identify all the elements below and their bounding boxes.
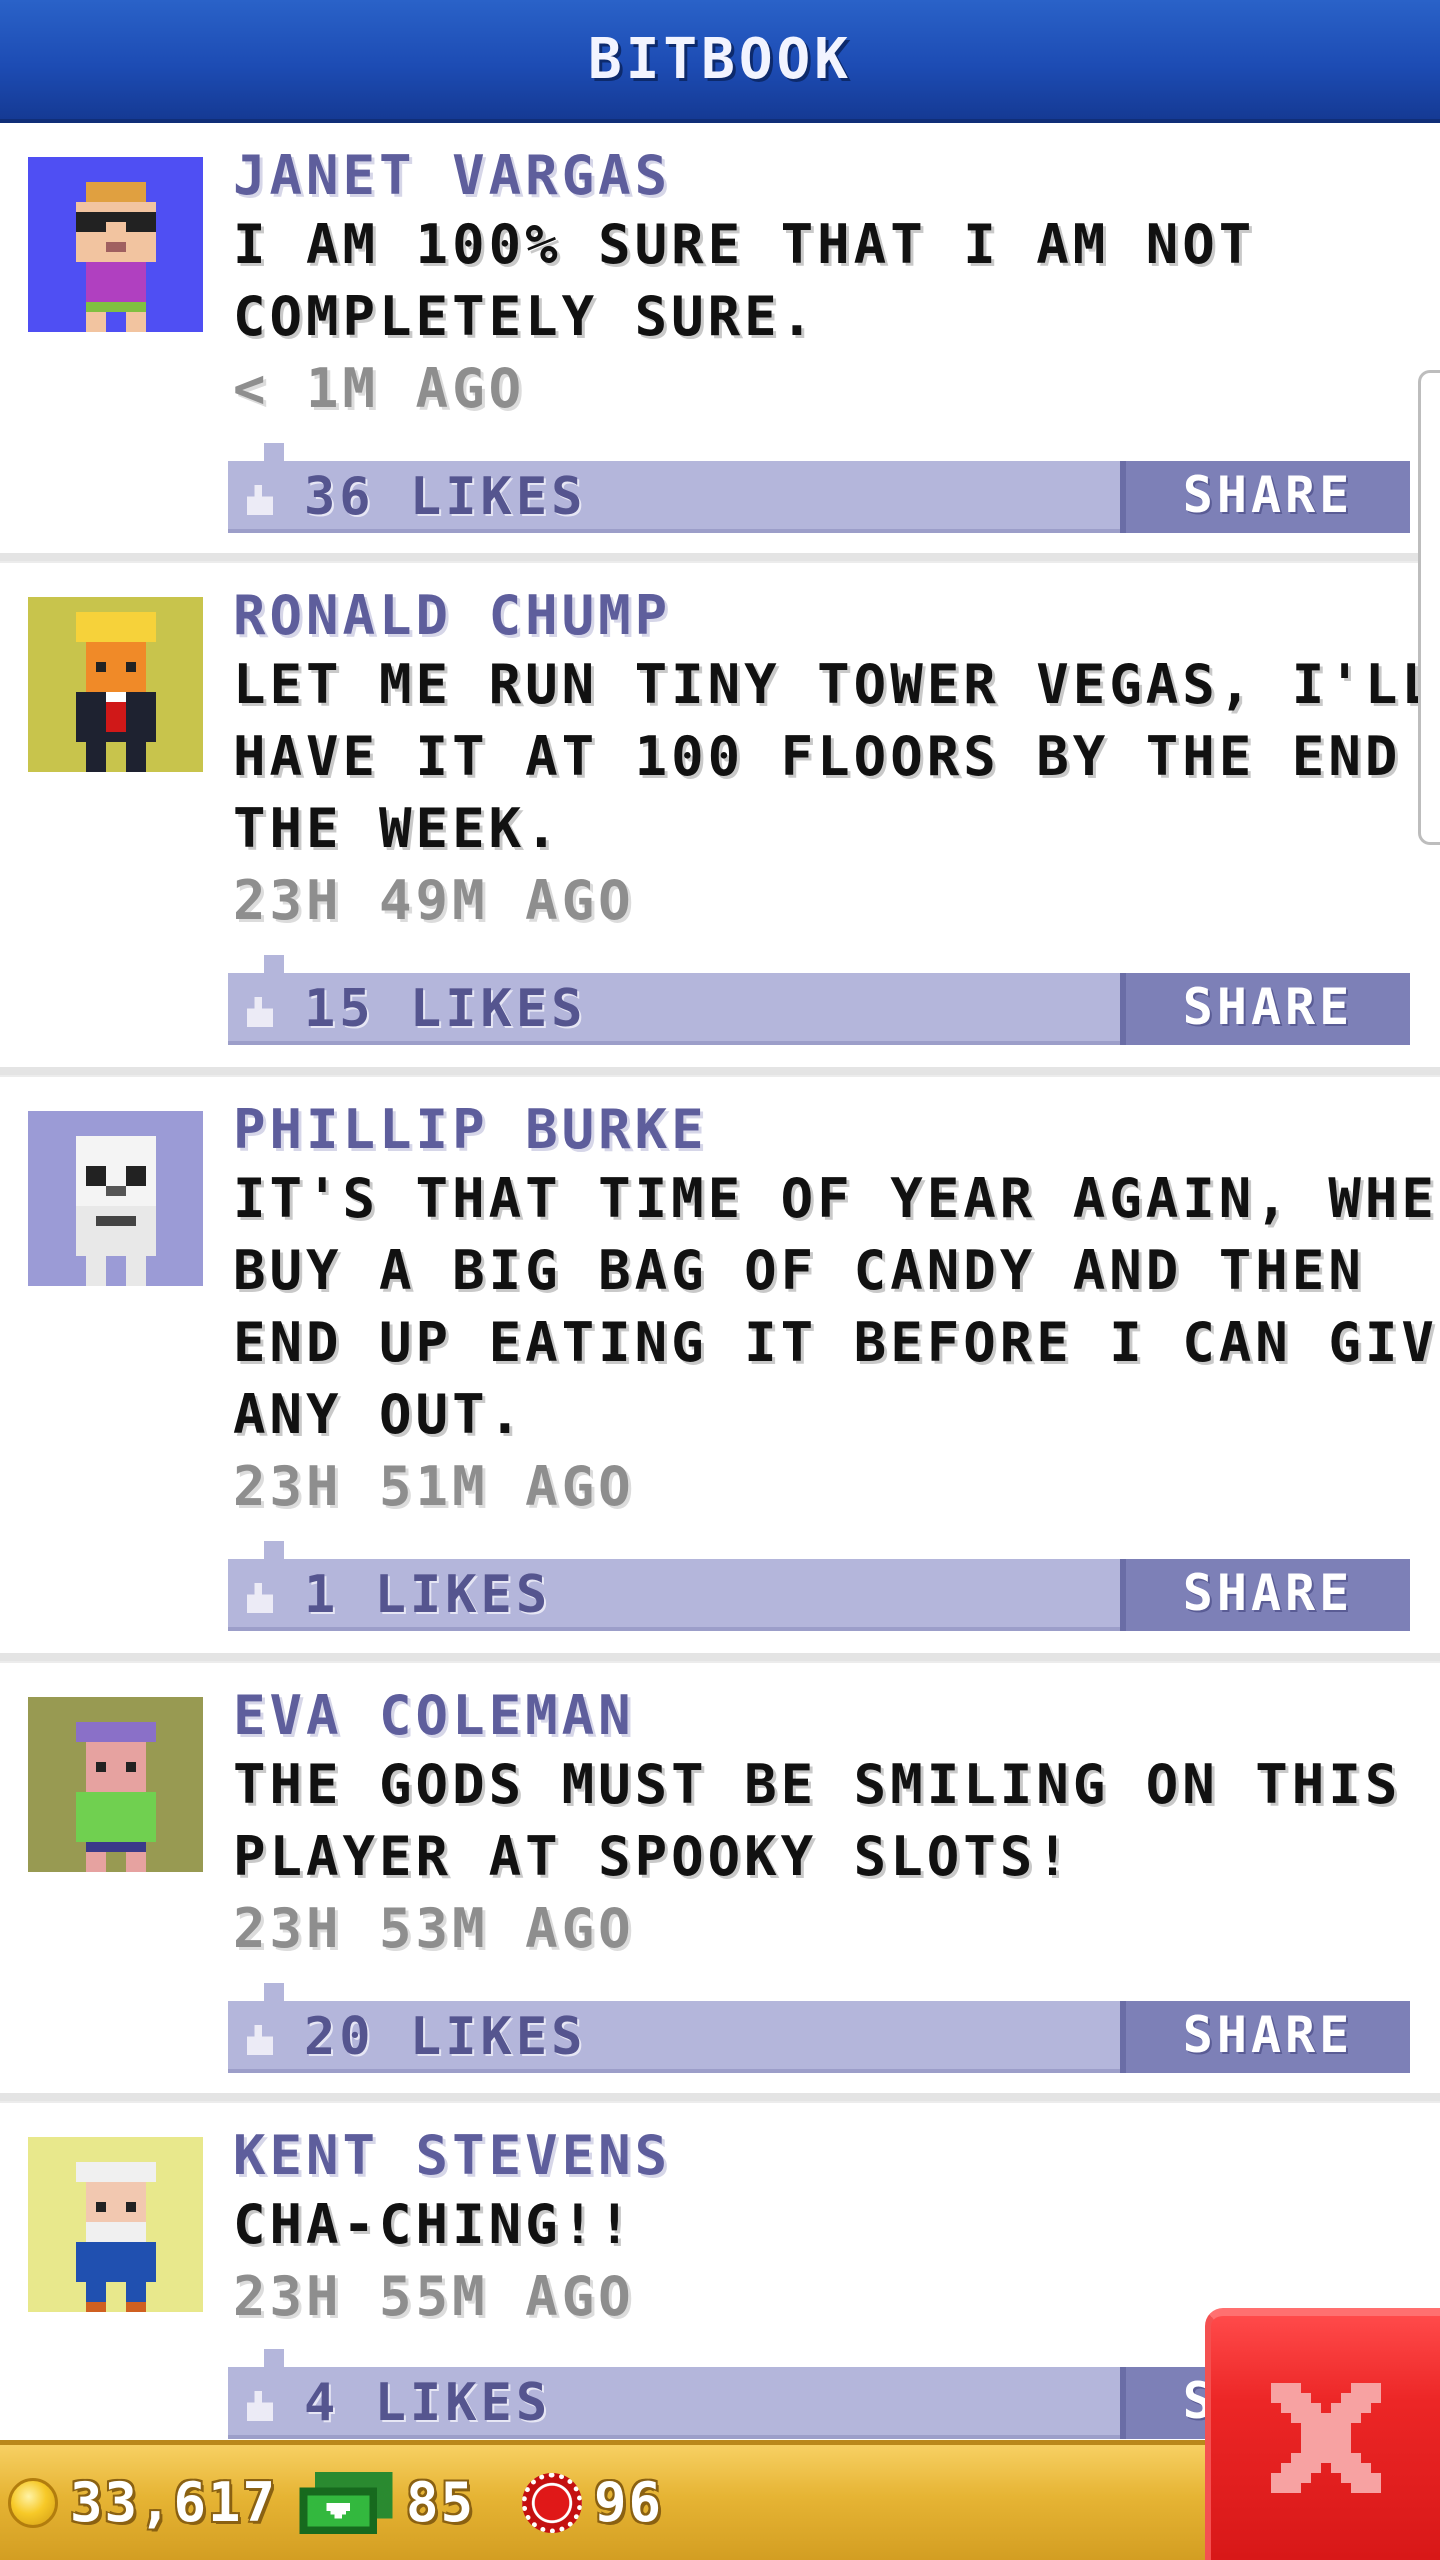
post-message-line: HAVE IT AT 100 FLOORS BY THE END OF (233, 725, 1440, 788)
post-actions-bar: 20 LIKES SHARE (228, 1983, 1410, 2073)
share-button[interactable]: SHARE (1120, 2001, 1410, 2073)
avatar-eva-icon (75, 1722, 156, 1872)
post-author[interactable]: PHILLIP BURKE (233, 1097, 1440, 1163)
like-count[interactable]: 4 LIKES (304, 2367, 551, 2439)
avatar-janet-icon (75, 182, 156, 332)
bar-notch (264, 1983, 284, 2001)
coin-icon (8, 2477, 58, 2528)
share-button[interactable]: SHARE (1120, 1559, 1410, 1631)
close-button[interactable] (1205, 2308, 1440, 2560)
avatar[interactable] (28, 1697, 203, 1872)
post-message-line: IT'S THAT TIME OF YEAR AGAIN, WHEN I (233, 1167, 1440, 1230)
post-message-line: LET ME RUN TINY TOWER VEGAS, I'LL (233, 653, 1438, 716)
like-count[interactable]: 1 LIKES (304, 1559, 551, 1631)
bar-notch (264, 2349, 284, 2367)
share-button[interactable]: SHARE (1120, 461, 1410, 533)
post: JANET VARGAS I AM 100% SURE THAT I AM NO… (0, 123, 1440, 561)
bar-notch (264, 955, 284, 973)
avatar-ronald-icon (75, 612, 156, 772)
close-icon (1270, 2383, 1381, 2493)
app-header: BITBOOK (0, 0, 1440, 123)
post-timestamp: 23H 49M AGO (233, 869, 635, 932)
post-author[interactable]: KENT STEVENS (233, 2123, 1440, 2189)
post: RONALD CHUMP LET ME RUN TINY TOWER VEGAS… (0, 563, 1440, 1075)
like-icon[interactable] (242, 1581, 278, 1615)
like-count[interactable]: 36 LIKES (304, 461, 586, 533)
bux-value: 85 (406, 2471, 476, 2534)
coins-counter: 33,617 (8, 2445, 277, 2560)
coins-value: 33,617 (70, 2471, 278, 2534)
post-message-line: THE WEEK. (233, 797, 562, 860)
post-message-line: THE GODS MUST BE SMILING ON THIS (233, 1753, 1402, 1816)
post-message-line: PLAYER AT SPOOKY SLOTS! (233, 1825, 1073, 1888)
bar-notch (264, 443, 284, 461)
like-count[interactable]: 15 LIKES (304, 973, 586, 1045)
like-count[interactable]: 20 LIKES (304, 2001, 586, 2073)
avatar-phillip-icon (75, 1136, 156, 1286)
post-author[interactable]: JANET VARGAS (233, 143, 1440, 209)
post-body: RONALD CHUMP LET ME RUN TINY TOWER VEGAS… (233, 583, 1440, 937)
like-icon[interactable] (242, 2389, 278, 2423)
like-icon[interactable] (242, 2023, 278, 2057)
bux-counter: 85 (298, 2445, 475, 2560)
post-timestamp: 23H 53M AGO (233, 1897, 635, 1960)
avatar[interactable] (28, 1111, 203, 1286)
post-timestamp: < 1M AGO (233, 357, 526, 420)
bux-icon (298, 2471, 394, 2534)
chip-icon (522, 2472, 582, 2533)
post-author[interactable]: RONALD CHUMP (233, 583, 1440, 649)
share-button[interactable]: SHARE (1120, 973, 1410, 1045)
post-message-line: END UP EATING IT BEFORE I CAN GIVE (233, 1311, 1440, 1374)
like-icon[interactable] (242, 483, 278, 517)
post-body: EVA COLEMAN THE GODS MUST BE SMILING ON … (233, 1683, 1440, 1965)
page-title: BITBOOK (587, 27, 852, 92)
like-icon[interactable] (242, 995, 278, 1029)
bar-notch (264, 1541, 284, 1559)
post-body: JANET VARGAS I AM 100% SURE THAT I AM NO… (233, 143, 1440, 425)
post-message-line: ANY OUT. (233, 1383, 526, 1446)
post: PHILLIP BURKE IT'S THAT TIME OF YEAR AGA… (0, 1077, 1440, 1661)
post-feed[interactable]: JANET VARGAS I AM 100% SURE THAT I AM NO… (0, 123, 1440, 2440)
post-actions-bar: 36 LIKES SHARE (228, 443, 1410, 533)
avatar[interactable] (28, 157, 203, 332)
post-actions-bar: 15 LIKES SHARE (228, 955, 1410, 1045)
post-timestamp: 23H 51M AGO (233, 1455, 635, 1518)
avatar-kent-icon (75, 2162, 156, 2312)
post-author[interactable]: EVA COLEMAN (233, 1683, 1440, 1749)
post-message-line: I AM 100% SURE THAT I AM NOT (233, 213, 1256, 276)
scrollbar[interactable] (1418, 370, 1440, 845)
post-message-line: COMPLETELY SURE. (233, 285, 818, 348)
post-actions-bar: 1 LIKES SHARE (228, 1541, 1410, 1631)
chips-counter: 96 (522, 2445, 663, 2560)
chips-value: 96 (594, 2471, 664, 2534)
avatar[interactable] (28, 597, 203, 772)
post-body: PHILLIP BURKE IT'S THAT TIME OF YEAR AGA… (233, 1097, 1440, 1523)
post-message-line: BUY A BIG BAG OF CANDY AND THEN (233, 1239, 1365, 1302)
post-message-line: CHA-CHING!! (233, 2193, 635, 2256)
avatar[interactable] (28, 2137, 203, 2312)
post: EVA COLEMAN THE GODS MUST BE SMILING ON … (0, 1663, 1440, 2101)
post-body: KENT STEVENS CHA-CHING!! 23H 55M AGO (233, 2123, 1440, 2333)
